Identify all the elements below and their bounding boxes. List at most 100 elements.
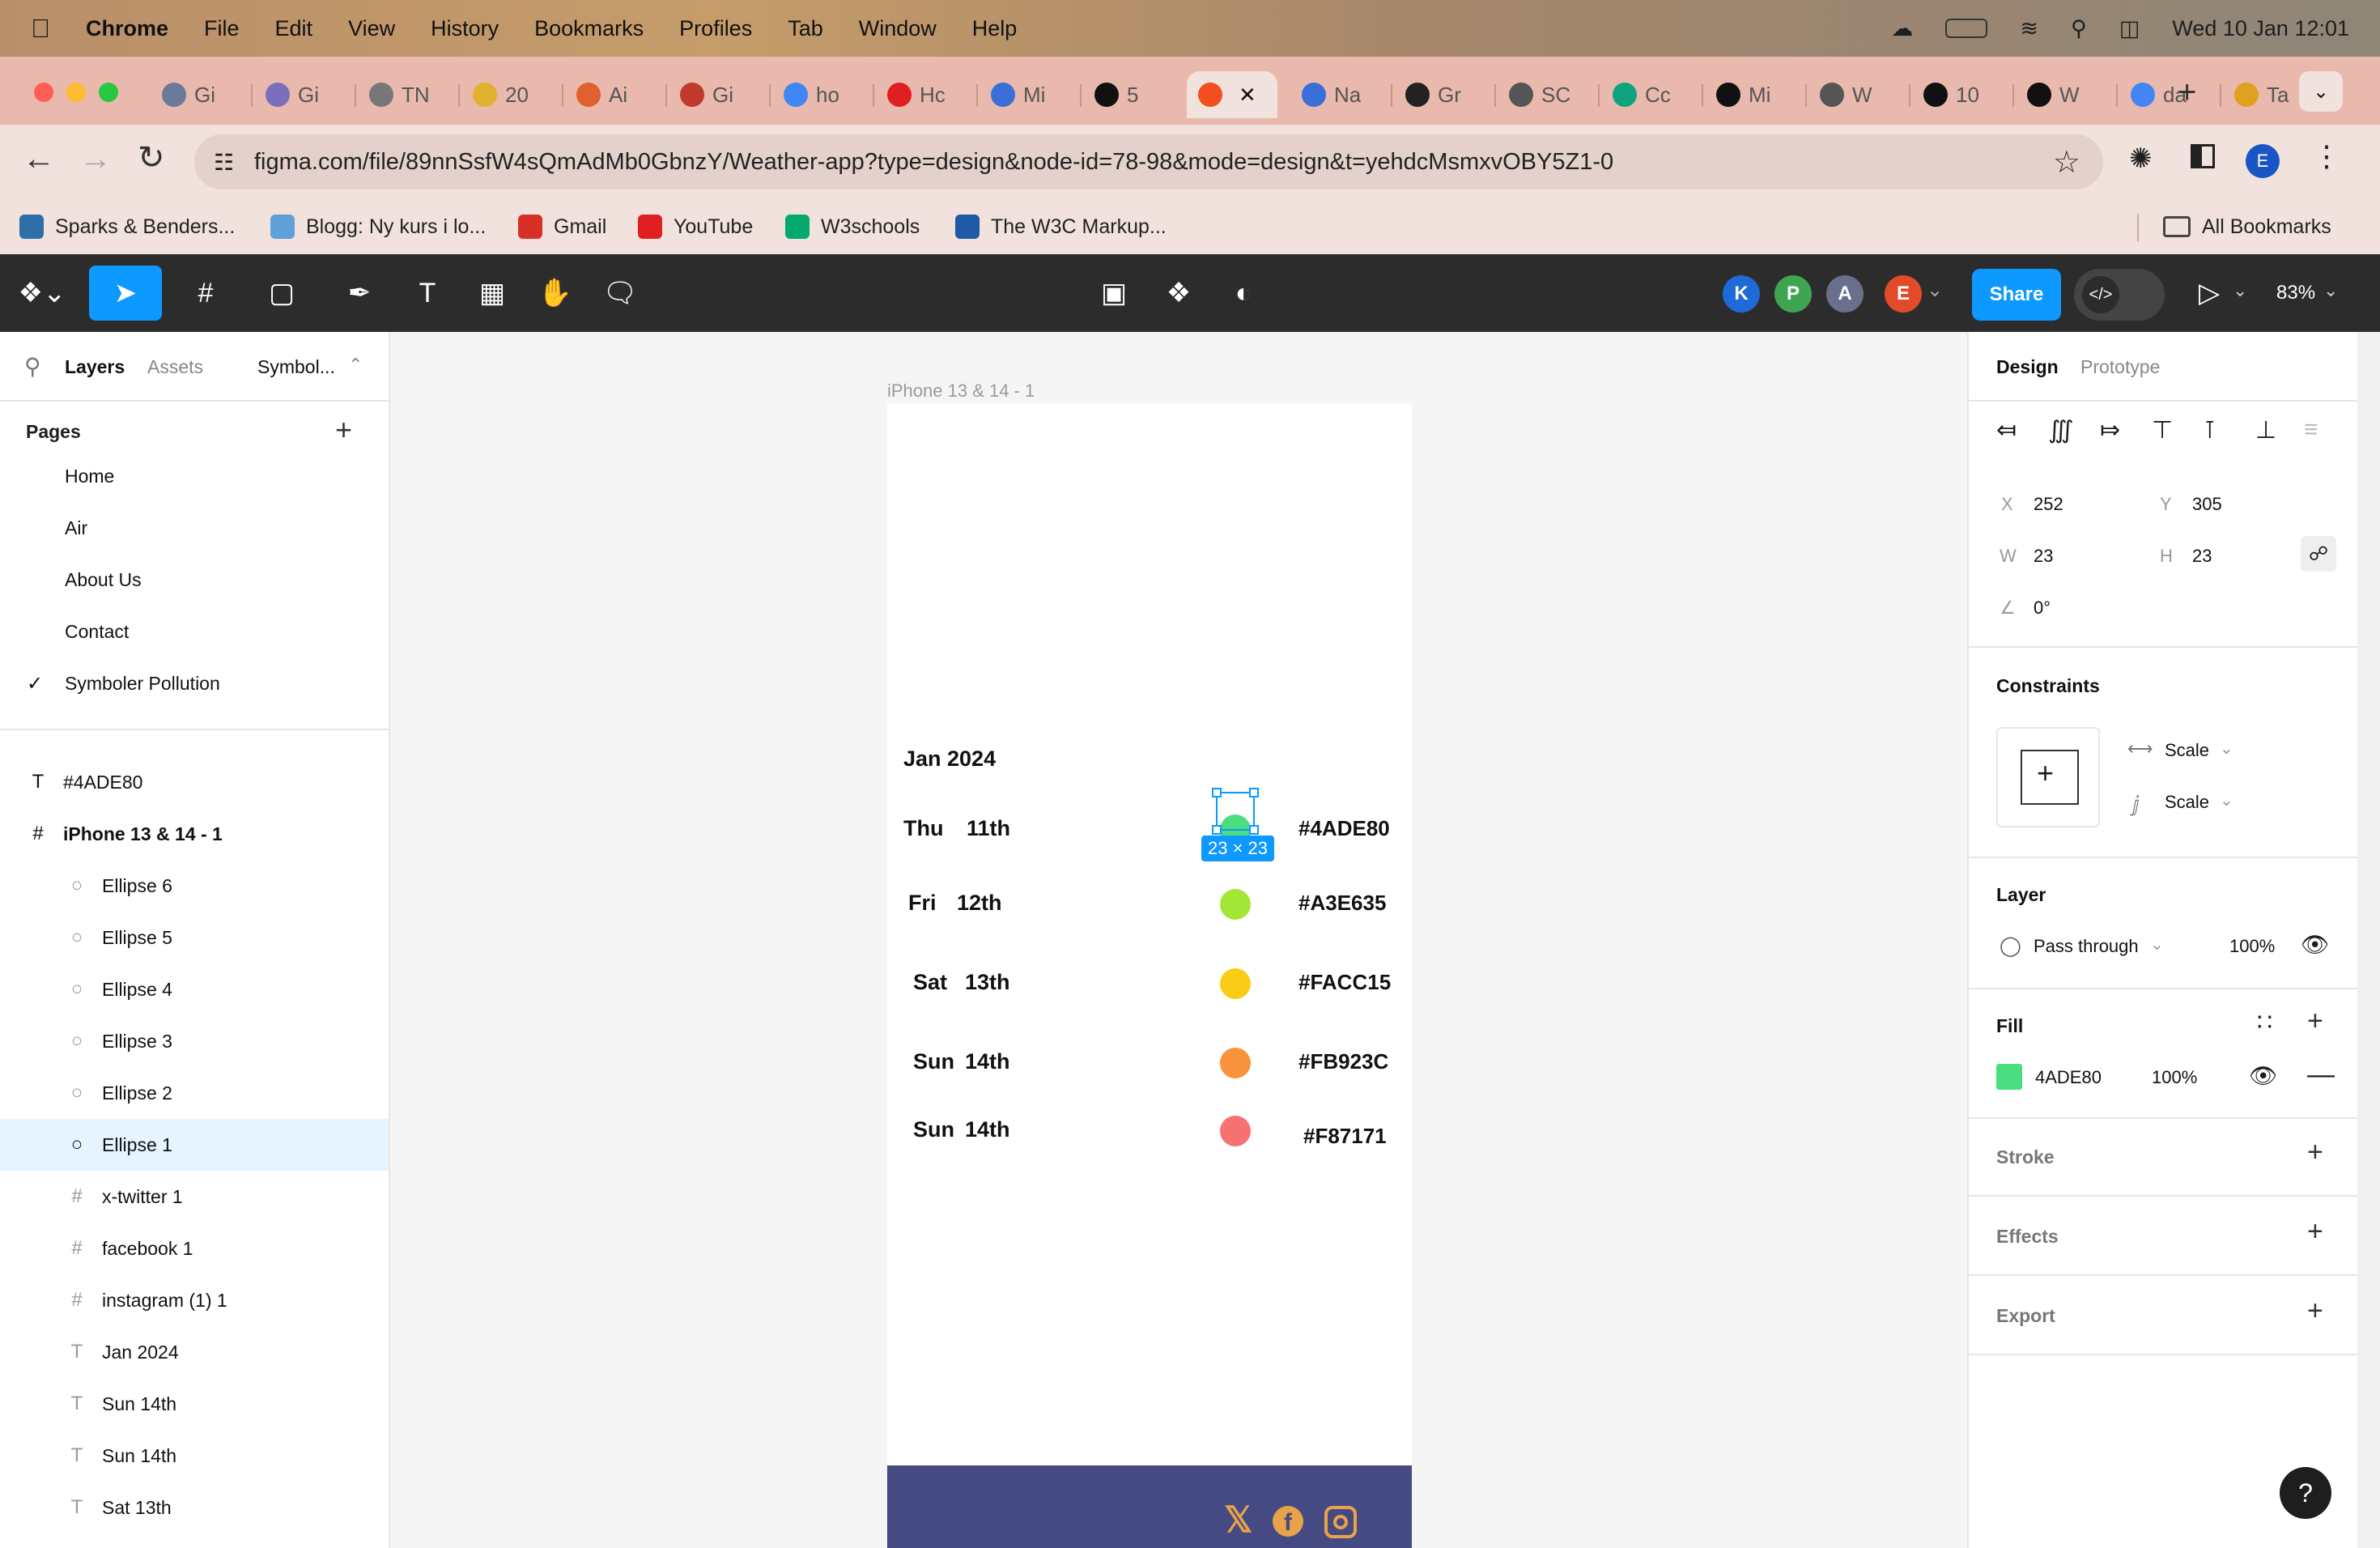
browser-tab[interactable]: 5 — [1083, 71, 1182, 118]
tab-layers[interactable]: Layers — [65, 356, 125, 378]
browser-tab[interactable]: Cc — [1601, 71, 1700, 118]
url-text[interactable]: figma.com/file/89nnSsfW4sQmAdMb0GbnzY/We… — [254, 149, 1613, 176]
move-tool-icon[interactable]: ➤ — [89, 266, 162, 321]
h-input[interactable]: 23 — [2192, 546, 2212, 567]
layer-row[interactable]: ○ Ellipse 3 — [0, 1015, 389, 1067]
hand-tool-icon[interactable]: ✋ — [531, 266, 580, 321]
effects-heading[interactable]: Effects — [1996, 1226, 2059, 1248]
menu-tab[interactable]: Tab — [788, 16, 823, 41]
browser-tab[interactable]: Hc — [876, 71, 975, 118]
row-day-label[interactable]: Fri — [908, 891, 937, 916]
collaborator-avatar-e[interactable]: E — [1885, 275, 1922, 313]
month-heading[interactable]: Jan 2024 — [903, 746, 996, 772]
row-date-label[interactable]: 14th — [965, 1117, 1010, 1142]
add-stroke-icon[interactable]: + — [2307, 1137, 2323, 1168]
bookmark-item[interactable]: The W3C Markup... — [955, 199, 1167, 254]
row-day-label[interactable]: Thu — [903, 816, 943, 841]
menu-file[interactable]: File — [204, 16, 240, 41]
window-minimize-button[interactable] — [66, 83, 86, 102]
side-panel-icon[interactable] — [2191, 144, 2215, 168]
collaborator-avatar-p[interactable]: P — [1774, 275, 1812, 313]
row-day-label[interactable]: Sun — [913, 1049, 954, 1074]
tab-search-button[interactable]: ⌄ — [2299, 71, 2343, 112]
stroke-heading[interactable]: Stroke — [1996, 1146, 2055, 1168]
layer-visibility-eye-icon[interactable]: 👁 — [2301, 931, 2330, 958]
layers-search-icon[interactable]: ⚲ — [24, 353, 41, 380]
bookmark-item[interactable]: W3schools — [785, 199, 920, 254]
layer-row[interactable]: # x-twitter 1 — [0, 1171, 389, 1223]
rotation-input[interactable]: 0° — [2034, 598, 2051, 619]
profile-avatar[interactable]: E — [2246, 144, 2280, 178]
page-item[interactable]: Home — [0, 450, 389, 502]
fill-hex-input[interactable]: 4ADE80 — [2035, 1067, 2102, 1088]
status-dot[interactable] — [1220, 1048, 1251, 1078]
tab-assets[interactable]: Assets — [147, 356, 203, 378]
present-play-icon[interactable]: ▷ — [2199, 277, 2220, 309]
constraint-center-plus-icon[interactable]: + — [2037, 756, 2054, 790]
page-item[interactable]: Contact — [0, 606, 389, 657]
align-top-icon[interactable]: ⊤ — [2152, 416, 2173, 444]
menu-profiles[interactable]: Profiles — [679, 16, 752, 41]
export-heading[interactable]: Export — [1996, 1305, 2055, 1327]
y-input[interactable]: 305 — [2192, 494, 2222, 515]
battery-icon[interactable] — [1945, 19, 1988, 38]
iphone-frame[interactable]: Jan 2024 Thu 11th #4ADE80 Fri 12th #A3E635 Sat… — [887, 403, 1412, 1548]
layer-row[interactable]: # iPhone 13 & 14 - 1 — [0, 808, 389, 860]
resources-tool-icon[interactable]: ▦ — [468, 266, 516, 321]
row-hex-label[interactable]: #FACC15 — [1298, 970, 1391, 995]
text-tool-icon[interactable]: T — [405, 266, 450, 321]
layer-row[interactable]: T Jan 2024 — [0, 1326, 389, 1378]
share-button[interactable]: Share — [1972, 269, 2061, 321]
help-button[interactable]: ? — [2280, 1467, 2331, 1519]
row-hex-label[interactable]: #A3E635 — [1298, 891, 1386, 916]
browser-tab[interactable]: Gi — [151, 71, 249, 118]
layer-row[interactable]: T Sat 13th — [0, 1482, 389, 1533]
collaborators-chevron-icon[interactable]: ⌄ — [1927, 279, 1943, 302]
remove-fill-icon[interactable]: — — [2307, 1059, 2335, 1091]
design-canvas[interactable]: iPhone 13 & 14 - 1 Jan 2024 Thu 11th #4ADE… — [390, 332, 1967, 1548]
browser-tab[interactable]: da — [2119, 71, 2218, 118]
reload-icon[interactable]: ↻ — [138, 139, 165, 176]
row-date-label[interactable]: 13th — [965, 970, 1010, 995]
all-bookmarks-button[interactable]: All Bookmarks — [2163, 199, 2331, 254]
add-page-icon[interactable]: + — [335, 413, 352, 447]
contrast-icon[interactable]: ◐ — [1219, 266, 1268, 321]
layer-row[interactable]: T Sun 14th — [0, 1378, 389, 1430]
browser-tab[interactable]: Na — [1290, 71, 1389, 118]
layer-row[interactable]: ○ Ellipse 5 — [0, 912, 389, 963]
selection-handle-tr[interactable] — [1249, 788, 1259, 797]
forward-arrow-icon[interactable]: → — [79, 141, 112, 177]
wifi-icon[interactable]: ≋ — [2020, 16, 2038, 41]
layer-row[interactable]: ○ Ellipse 2 — [0, 1067, 389, 1119]
pen-tool-icon[interactable]: ✒ — [329, 266, 390, 321]
figma-main-menu-icon[interactable]: ❖⌄ — [16, 266, 68, 321]
constraints-widget[interactable]: + — [1996, 727, 2100, 827]
zoom-level[interactable]: 83% — [2276, 282, 2315, 304]
browser-tab[interactable]: Gi — [669, 71, 767, 118]
address-bar[interactable]: ☷ figma.com/file/89nnSsfW4sQmAdMb0GbnzY/… — [194, 134, 2103, 189]
browser-tab[interactable]: ✕ — [1187, 71, 1277, 118]
row-date-label[interactable]: 12th — [957, 891, 1002, 916]
browser-tab[interactable]: Mi — [1705, 71, 1804, 118]
layer-row[interactable]: ○ Ellipse 6 — [0, 860, 389, 912]
align-right-icon[interactable]: ⤇ — [2100, 416, 2120, 444]
collaborator-avatar-k[interactable]: K — [1723, 275, 1760, 313]
menu-view[interactable]: View — [348, 16, 395, 41]
present-chevron-icon[interactable]: ⌄ — [2233, 280, 2247, 301]
add-effect-icon[interactable]: + — [2307, 1216, 2323, 1248]
collaborator-avatar-a[interactable]: A — [1826, 275, 1864, 313]
align-left-icon[interactable]: ⤆ — [1996, 416, 2017, 444]
fill-visibility-eye-icon[interactable]: 👁 — [2249, 1062, 2278, 1089]
x-twitter-icon[interactable]: 𝕏 — [1224, 1499, 1252, 1541]
status-dot[interactable] — [1220, 889, 1251, 920]
horizontal-constraint-chevron-icon[interactable]: ⌄ — [2220, 738, 2233, 759]
tab-design[interactable]: Design — [1996, 356, 2059, 378]
vertical-constraint-select[interactable]: Scale — [2165, 792, 2209, 813]
bookmark-item[interactable]: Blogg: Ny kurs i lo... — [270, 199, 486, 254]
fill-styles-icon[interactable]: ∷ — [2257, 1009, 2272, 1037]
selection-handle-bl[interactable] — [1212, 825, 1222, 835]
layer-row[interactable]: # instagram (1) 1 — [0, 1274, 389, 1326]
bookmark-star-icon[interactable]: ☆ — [2053, 144, 2080, 181]
constrain-proportions-icon[interactable]: ☍ — [2301, 536, 2336, 572]
layer-row[interactable]: ○ Ellipse 1 — [0, 1119, 389, 1171]
